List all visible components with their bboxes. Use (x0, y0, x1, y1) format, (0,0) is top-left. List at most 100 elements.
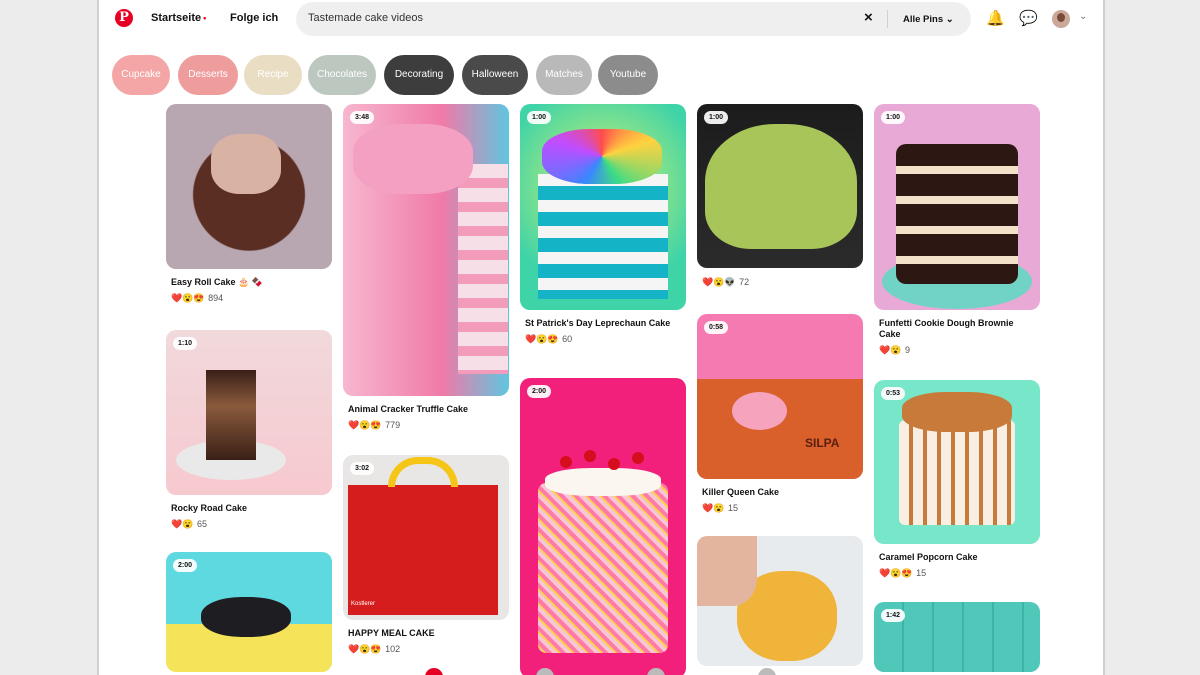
rainbow-topping-graphic (542, 129, 662, 184)
duration-badge: 3:02 (350, 462, 375, 475)
chip-6[interactable]: Matches (536, 55, 592, 95)
chip-1[interactable]: Desserts (178, 55, 238, 95)
pin-image[interactable]: 1:00 (697, 104, 863, 268)
pin-card[interactable]: 1:42 (874, 602, 1040, 672)
reaction-icons: ❤️😮😍 (348, 420, 382, 430)
duration-badge: 1:10 (173, 337, 198, 350)
sprinkle-cake-graphic (538, 483, 668, 653)
chip-4[interactable]: Decorating (384, 55, 454, 95)
popcorn-cake-graphic (899, 420, 1015, 525)
pinterest-logo[interactable]: P (115, 9, 133, 27)
clear-search-icon[interactable]: × (864, 9, 873, 26)
pin-image[interactable]: 0:53 (874, 380, 1040, 544)
pin-title[interactable]: Caramel Popcorn Cake (879, 552, 1035, 563)
reaction-count: 72 (739, 277, 750, 287)
chip-3[interactable]: Chocolates (308, 55, 376, 95)
pin-reactions: ❤️😮😍 60 (525, 334, 681, 345)
reaction-icons: ❤️😮😍 (525, 334, 559, 344)
pin-reactions: ❤️😮😍 15 (879, 568, 1035, 579)
pin-card[interactable] (697, 536, 863, 666)
search-bar[interactable]: Tastemade cake videos × Alle Pins ⌄ (296, 2, 971, 36)
pin-reactions: ❤️😮😍 102 (348, 644, 504, 655)
pin-title[interactable]: HAPPY MEAL CAKE (348, 628, 504, 639)
duration-badge: 1:00 (527, 111, 552, 124)
chip-2[interactable]: Recipe (244, 55, 302, 95)
cake-graphic (538, 174, 668, 299)
cake-slice-graphic (206, 370, 256, 460)
chip-0[interactable]: Cupcake (112, 55, 170, 95)
reaction-count: 102 (385, 644, 401, 654)
pin-reactions: ❤️😮👽 72 (702, 277, 858, 288)
pin-card[interactable]: 1:00 Funfetti Cookie Dough Brownie Cake … (874, 104, 1040, 356)
messages-icon[interactable]: 💬 (1019, 10, 1038, 28)
notification-dot-icon: • (203, 13, 207, 23)
arches-graphic (388, 457, 458, 487)
reaction-count: 15 (916, 568, 927, 578)
nav-home-label: Startseite (151, 12, 202, 24)
pin-image[interactable]: 3:48 (343, 104, 509, 396)
pin-image[interactable]: 1:00 (520, 104, 686, 310)
matcha-cake-graphic (705, 124, 857, 249)
reaction-icons: ❤️😮 (879, 345, 902, 355)
pin-image[interactable]: 2:00 (520, 378, 686, 675)
top-bar: P Startseite • Folge ich Tastemade cake v… (99, 0, 1103, 40)
pin-title[interactable]: St Patrick's Day Leprechaun Cake (525, 318, 681, 329)
nav-following-link[interactable]: Folge ich (230, 12, 278, 24)
nav-home-link[interactable]: Startseite • (151, 12, 206, 24)
pin-image[interactable] (166, 104, 332, 269)
pin-image[interactable] (697, 536, 863, 666)
duration-badge: 0:58 (704, 321, 729, 334)
pin-card[interactable]: Easy Roll Cake 🎂 🍫 ❤️😮😍 894 (166, 104, 332, 304)
baking-mat-graphic (697, 379, 863, 479)
pin-image[interactable]: 0:58 SILPA (697, 314, 863, 479)
pin-image[interactable]: 1:00 (874, 104, 1040, 310)
pin-card[interactable]: 1:00 ❤️😮👽 72 (697, 104, 863, 288)
pin-card[interactable]: 0:58 SILPA Killer Queen Cake ❤️😮 15 (697, 314, 863, 514)
pin-image[interactable]: 3:02 Kostlerer (343, 455, 509, 620)
pin-title[interactable]: Rocky Road Cake (171, 503, 327, 514)
pin-card[interactable]: 2:00 (520, 378, 686, 675)
pin-image[interactable]: 2:00 (166, 552, 332, 672)
avatar[interactable] (1052, 10, 1070, 28)
pin-card[interactable]: 3:48 Animal Cracker Truffle Cake ❤️😮😍 77… (343, 104, 509, 431)
hand-graphic (697, 536, 757, 606)
cookies-graphic (201, 597, 291, 637)
reaction-icons: ❤️😮 (171, 519, 194, 529)
search-scope-dropdown[interactable]: Alle Pins ⌄ (903, 14, 954, 25)
happy-meal-box-graphic (348, 485, 498, 615)
chip-7[interactable]: Youtube (598, 55, 658, 95)
duration-badge: 2:00 (173, 559, 198, 572)
reaction-icons: ❤️😮😍 (879, 568, 913, 578)
browser-frame: P Startseite • Folge ich Tastemade cake v… (97, 0, 1105, 675)
bottom-nav-active-dot[interactable] (425, 668, 443, 675)
reaction-count: 65 (196, 519, 207, 529)
bottom-nav-dot[interactable] (758, 668, 776, 675)
reaction-count: 779 (385, 420, 401, 430)
reaction-icons: ❤️😮😍 (171, 293, 205, 303)
bell-icon[interactable]: 🔔 (986, 10, 1005, 28)
pin-title[interactable]: Funfetti Cookie Dough Brownie Cake (879, 318, 1035, 340)
pin-title[interactable]: Animal Cracker Truffle Cake (348, 404, 504, 415)
chip-5[interactable]: Halloween (462, 55, 528, 95)
brand-badge: Kostlerer (351, 601, 376, 607)
duration-badge: 1:42 (881, 609, 906, 622)
account-chevron-icon[interactable]: ⌄ (1079, 11, 1087, 22)
pin-card[interactable]: 0:53 Caramel Popcorn Cake ❤️😮😍 15 (874, 380, 1040, 579)
reaction-icons: ❤️😮😍 (348, 644, 382, 654)
pin-title[interactable]: Easy Roll Cake 🎂 🍫 (171, 277, 327, 288)
pin-reactions: ❤️😮😍 779 (348, 420, 504, 431)
pin-card[interactable]: 1:10 Rocky Road Cake ❤️😮 65 (166, 330, 332, 530)
pin-image[interactable]: 1:42 (874, 602, 1040, 672)
pin-card[interactable]: 3:02 Kostlerer HAPPY MEAL CAKE ❤️😮😍 102 (343, 455, 509, 655)
pin-title[interactable]: Killer Queen Cake (702, 487, 858, 498)
duration-badge: 2:00 (527, 385, 552, 398)
search-input[interactable]: Tastemade cake videos (308, 12, 423, 24)
pin-reactions: ❤️😮 15 (702, 503, 858, 514)
cake-pops-graphic (353, 124, 473, 194)
pin-card[interactable]: 1:00 St Patrick's Day Leprechaun Cake ❤️… (520, 104, 686, 345)
pin-image[interactable]: 1:10 (166, 330, 332, 495)
pin-reactions: ❤️😮 65 (171, 519, 327, 530)
pin-card[interactable]: 2:00 (166, 552, 332, 672)
duration-badge: 1:00 (881, 111, 906, 124)
popcorn-topping-graphic (902, 392, 1012, 432)
